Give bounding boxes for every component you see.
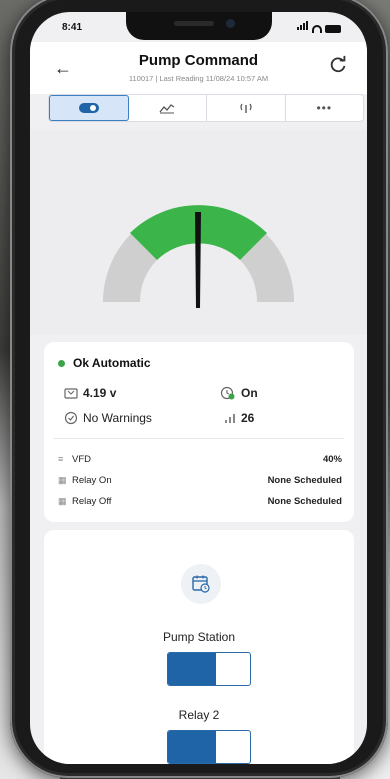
more-icon: ••• <box>316 101 333 115</box>
toggle-icon <box>78 103 99 113</box>
status-divider <box>54 438 344 439</box>
calendar-icon: ▦ <box>58 474 67 485</box>
calendar-clock-icon <box>192 575 210 593</box>
power-metric: On <box>220 386 258 400</box>
tab-telemetry[interactable] <box>207 95 286 121</box>
calendar-icon: ▦ <box>58 495 67 506</box>
battery-icon <box>325 25 341 33</box>
battery-voltage-icon <box>64 388 78 399</box>
detail-label: Relay Off <box>72 495 112 507</box>
status-card: Ok Automatic 4.19 v On No Warnings 26 ≡ … <box>44 342 354 522</box>
gauge-needle <box>195 212 201 308</box>
warnings-value: No Warnings <box>83 411 152 425</box>
pump-station-toggle[interactable] <box>167 652 251 686</box>
refresh-icon[interactable] <box>327 54 349 76</box>
power-value: On <box>241 386 258 400</box>
status-time: 8:41 <box>62 22 83 33</box>
page-title: Pump Command <box>138 52 259 69</box>
gauge-panel <box>30 130 367 335</box>
wifi-icon <box>312 25 322 33</box>
detail-value: None Scheduled <box>267 495 342 507</box>
toggle-on-segment <box>168 653 216 685</box>
app-header: ← Pump Command 110017 | Last Reading 11/… <box>30 42 367 94</box>
signal-strength-icon <box>225 414 235 423</box>
pump-speed-gauge <box>102 205 295 308</box>
tab-control[interactable] <box>49 95 129 121</box>
phone-screen: 8:41 ← Pump Command 110017 | Last Readin… <box>30 12 367 764</box>
detail-value: None Scheduled <box>267 474 342 486</box>
detail-row-relay-off: ▦ Relay Off None Scheduled <box>58 494 342 508</box>
detail-value: 40% <box>322 453 342 465</box>
vfd-icon: ≡ <box>58 454 64 464</box>
page-subtitle: 110017 | Last Reading 11/08/24 10:57 AM <box>128 74 269 83</box>
chart-icon <box>159 104 175 114</box>
relay2-toggle[interactable] <box>167 730 251 764</box>
phone-frame: 8:41 ← Pump Command 110017 | Last Readin… <box>10 0 388 778</box>
power-clock-icon <box>220 386 235 400</box>
schedule-button[interactable] <box>181 564 221 604</box>
status-dot <box>58 359 65 367</box>
signal-metric: 26 <box>224 411 254 425</box>
detail-row-relay-on: ▦ Relay On None Scheduled <box>58 473 342 487</box>
tab-more[interactable]: ••• <box>286 95 364 121</box>
signal-tower-icon <box>240 103 252 113</box>
detail-row-vfd: ≡ VFD 40% <box>58 452 342 466</box>
check-circle-icon <box>64 411 78 425</box>
voltage-value: 4.19 v <box>83 386 117 400</box>
detail-label: VFD <box>72 453 91 465</box>
status-icons <box>297 21 341 33</box>
tab-bar: ••• <box>48 94 364 122</box>
control-card: Pump Station Relay 2 <box>44 530 354 764</box>
notch <box>126 12 272 40</box>
status-state: Ok Automatic <box>58 356 151 370</box>
detail-label: Relay On <box>72 474 112 486</box>
warnings-metric: No Warnings <box>64 411 152 425</box>
signal-value: 26 <box>241 411 255 425</box>
cell-signal-icon <box>297 21 309 33</box>
pump-station-label: Pump Station <box>162 630 236 644</box>
voltage-metric: 4.19 v <box>64 386 116 400</box>
relay2-label: Relay 2 <box>178 708 220 722</box>
toggle-on-segment <box>168 731 216 763</box>
tab-charts[interactable] <box>129 95 207 121</box>
status-state-label: Ok Automatic <box>73 356 151 370</box>
